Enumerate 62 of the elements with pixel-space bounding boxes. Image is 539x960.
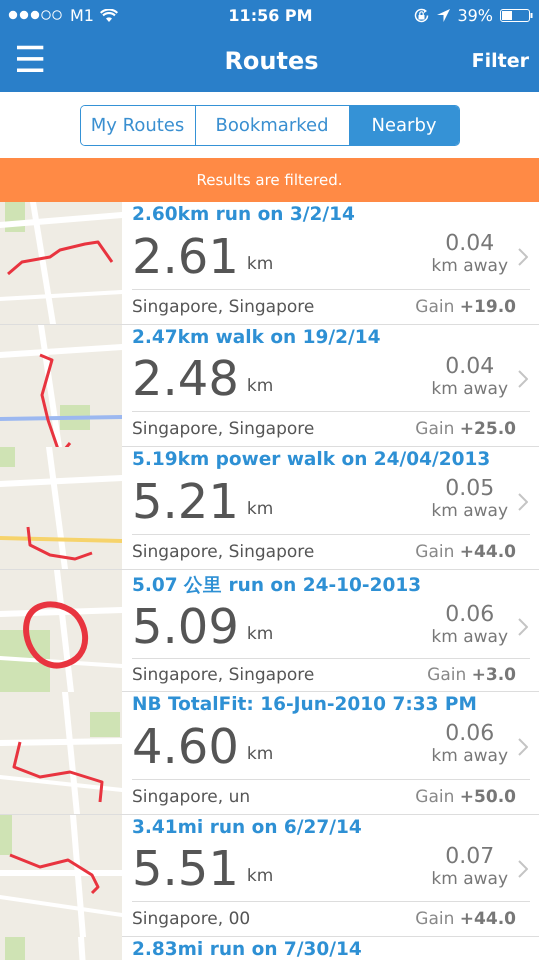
wifi-icon	[100, 8, 118, 22]
filter-button[interactable]: Filter	[469, 50, 529, 72]
chevron-icon[interactable]	[518, 860, 528, 878]
route-title[interactable]: 2.47km walk on 19/2/14	[132, 326, 530, 348]
battery-percentage: 39%	[457, 6, 493, 24]
distance-value: 2.48	[132, 355, 239, 404]
away-unit: km away	[431, 746, 508, 766]
away-value: 0.05	[445, 476, 494, 502]
location-arrow-icon	[437, 8, 450, 22]
away-unit: km away	[431, 868, 508, 889]
distance-unit: km	[246, 624, 274, 644]
distance-unit: km	[246, 376, 274, 396]
distance-value: 4.60	[132, 722, 239, 771]
location-text: Singapore, 00	[132, 909, 250, 930]
route-title[interactable]: 2.83mi run on 7/30/14	[132, 939, 530, 960]
distance-unit: km	[246, 744, 274, 764]
away-value: 0.07	[445, 844, 494, 869]
route-title[interactable]: 5.07 公里 run on 24-10-2013	[132, 572, 530, 596]
filter-notice: Results are filtered.	[196, 171, 343, 189]
chevron-icon[interactable]	[518, 248, 528, 266]
battery-icon	[500, 8, 533, 22]
away-unit: km away	[431, 378, 508, 399]
segment-tab[interactable]: Nearby	[348, 106, 458, 144]
away-unit: km away	[431, 501, 508, 522]
rotation-lock-icon	[413, 6, 430, 24]
away-value: 0.04	[445, 354, 494, 379]
away-unit: km away	[431, 626, 508, 647]
route-title[interactable]: 2.60km run on 3/2/14	[132, 204, 530, 225]
away-value: 0.06	[445, 721, 494, 746]
chevron-icon[interactable]	[518, 738, 528, 756]
location-text: Singapore, un	[132, 786, 250, 807]
distance-unit: km	[246, 254, 274, 274]
location-text: Singapore, Singapore	[132, 664, 314, 685]
distance-value: 5.51	[132, 845, 239, 894]
elevation-gain: Gain +25.0	[415, 419, 516, 440]
location-text: Singapore, Singapore	[132, 542, 314, 562]
distance-value: 2.61	[132, 232, 239, 281]
elevation-gain: Gain +3.0	[427, 664, 516, 685]
carrier-name: M1	[70, 6, 94, 24]
elevation-gain: Gain +50.0	[415, 786, 516, 807]
distance-value: 5.09	[132, 603, 239, 652]
route-title[interactable]: 5.19km power walk on 24/04/2013	[132, 449, 530, 470]
chevron-icon[interactable]	[518, 618, 528, 636]
route-title[interactable]: 3.41mi run on 6/27/14	[132, 816, 530, 838]
distance-value: 5.21	[132, 478, 239, 526]
chevron-icon[interactable]	[518, 492, 528, 511]
distance-unit: km	[246, 866, 274, 886]
elevation-gain: Gain +44.0	[415, 542, 516, 562]
away-unit: km away	[431, 256, 508, 276]
distance-unit: km	[246, 498, 274, 519]
screen-title: Routes	[223, 47, 320, 75]
signal-icon	[8, 10, 64, 20]
elevation-gain: Gain +44.0	[415, 909, 516, 930]
location-text: Singapore, Singapore	[132, 419, 314, 440]
away-value: 0.04	[445, 231, 494, 256]
route-title[interactable]: NB TotalFit: 16-Jun-2010 7:33 PM	[132, 694, 530, 715]
menu-button[interactable]: ☰	[14, 43, 74, 79]
elevation-gain: Gain +19.0	[415, 296, 516, 317]
chevron-icon[interactable]	[518, 370, 528, 388]
away-value: 0.06	[445, 602, 494, 627]
location-text: Singapore, Singapore	[132, 296, 314, 317]
clock-time: 11:56 PM	[228, 6, 313, 24]
